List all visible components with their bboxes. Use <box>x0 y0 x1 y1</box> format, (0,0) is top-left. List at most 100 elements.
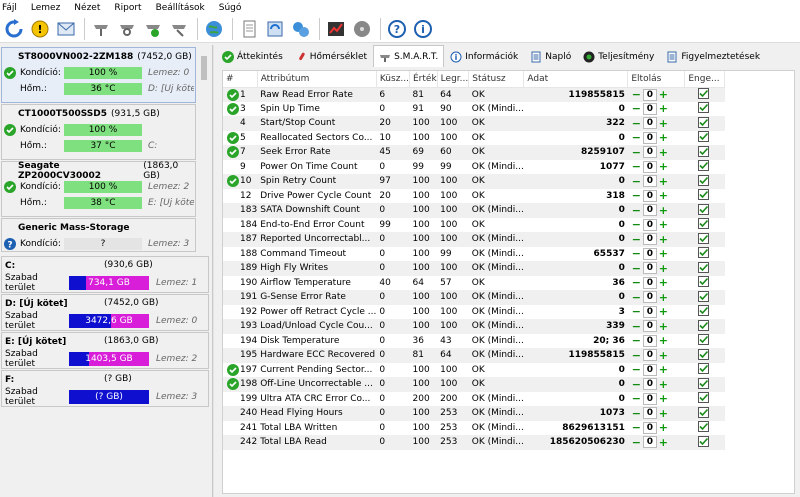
offset-decrease-button[interactable]: − <box>631 190 642 201</box>
column-header-value[interactable]: Érték <box>409 71 438 88</box>
table-row[interactable]: 190 Airflow Temperature 40 64 57 OK 36−0 + <box>223 276 725 291</box>
panel-splitter[interactable] <box>212 45 214 497</box>
offset-decrease-button[interactable]: − <box>631 335 642 346</box>
offset-value[interactable]: 0 <box>642 160 657 173</box>
offset-decrease-button[interactable]: − <box>631 147 642 158</box>
enable-checkbox[interactable] <box>697 203 709 215</box>
enable-checkbox[interactable] <box>697 102 709 114</box>
enable-checkbox[interactable] <box>697 145 709 157</box>
menu-view[interactable]: Nézet <box>74 3 100 13</box>
menu-settings[interactable]: Beállítások <box>156 3 205 13</box>
offset-decrease-button[interactable]: − <box>631 393 642 404</box>
enable-checkbox[interactable] <box>697 377 709 389</box>
offset-decrease-button[interactable]: − <box>631 263 642 274</box>
offset-value[interactable]: 0 <box>642 146 657 159</box>
offset-decrease-button[interactable]: − <box>631 219 642 230</box>
disk-tool-button[interactable] <box>167 17 191 41</box>
disk-settings-button-1[interactable] <box>89 17 113 41</box>
table-row[interactable]: 191 G-Sense Error Rate 0 100 100 OK (Mindi...… <box>223 290 725 305</box>
partition-item[interactable]: E: [Új kötet] (1863,0 GB) Szabad terület … <box>1 332 209 369</box>
table-row[interactable]: 192 Power off Retract Cycle ... 0 100 100 OK … <box>223 305 725 320</box>
offset-increase-button[interactable]: + <box>658 118 669 129</box>
help-button[interactable]: ? <box>385 17 409 41</box>
enable-checkbox[interactable] <box>697 435 709 447</box>
offset-value[interactable]: 0 <box>642 131 657 144</box>
offset-decrease-button[interactable]: − <box>631 277 642 288</box>
offset-decrease-button[interactable]: − <box>631 408 642 419</box>
tab-alerts[interactable]: Figyelmeztetések <box>660 47 766 67</box>
offset-value[interactable]: 0 <box>642 218 657 231</box>
info-button[interactable]: i <box>411 17 435 41</box>
column-header-attribute[interactable]: Attribútum <box>257 71 377 88</box>
offset-value[interactable]: 0 <box>642 204 657 217</box>
table-row[interactable]: 7 Seek Error Rate 45 69 60 OK 8259107−0 + <box>223 145 725 160</box>
refresh-button[interactable] <box>2 17 26 41</box>
enable-checkbox[interactable] <box>697 160 709 172</box>
offset-increase-button[interactable]: + <box>658 364 669 375</box>
offset-value[interactable]: 0 <box>642 334 657 347</box>
warning-button[interactable]: ! <box>28 17 52 41</box>
benchmark-button[interactable] <box>324 17 348 41</box>
offset-increase-button[interactable]: + <box>658 176 669 187</box>
offset-value[interactable]: 0 <box>642 233 657 246</box>
offset-decrease-button[interactable]: − <box>631 132 642 143</box>
table-row[interactable]: 241 Total LBA Written 0 100 253 OK (Mindi... 8… <box>223 421 725 436</box>
enable-checkbox[interactable] <box>697 261 709 273</box>
offset-value[interactable]: 0 <box>642 175 657 188</box>
offset-value[interactable]: 0 <box>642 102 657 115</box>
table-row[interactable]: 12 Drive Power Cycle Count 20 100 100 OK 318−0… <box>223 189 725 204</box>
offset-increase-button[interactable]: + <box>658 321 669 332</box>
enable-checkbox[interactable] <box>697 406 709 418</box>
enable-checkbox[interactable] <box>697 88 709 99</box>
offset-value[interactable]: 0 <box>642 436 657 449</box>
offset-increase-button[interactable]: + <box>658 234 669 245</box>
table-row[interactable]: 188 Command Timeout 0 100 99 OK (Mindi... 6553… <box>223 247 725 262</box>
column-header-id[interactable]: # <box>223 71 258 88</box>
table-row[interactable]: 183 SATA Downshift Count 0 100 100 OK (Mindi.… <box>223 203 725 218</box>
offset-decrease-button[interactable]: − <box>631 234 642 245</box>
offset-increase-button[interactable]: + <box>658 379 669 390</box>
offset-increase-button[interactable]: + <box>658 393 669 404</box>
offset-decrease-button[interactable]: − <box>631 248 642 259</box>
disk-item[interactable]: CT1000T500SSD5 (931,5 GB) Kondíció: 100 %… <box>1 104 196 160</box>
offset-decrease-button[interactable]: − <box>631 292 642 303</box>
table-row[interactable]: 199 Ultra ATA CRC Error Co... 0 200 200 OK (M… <box>223 392 725 407</box>
offset-increase-button[interactable]: + <box>658 263 669 274</box>
table-row[interactable]: 195 Hardware ECC Recovered 0 81 64 OK (Mindi.… <box>223 348 725 363</box>
column-header-worst[interactable]: Legr... <box>437 71 470 88</box>
offset-value[interactable]: 0 <box>642 117 657 130</box>
offset-decrease-button[interactable]: − <box>631 176 642 187</box>
enable-checkbox[interactable] <box>697 363 709 375</box>
offset-value[interactable]: 0 <box>642 88 657 101</box>
table-row[interactable]: 194 Disk Temperature 0 36 43 OK (Mindi... 20; … <box>223 334 725 349</box>
tab-performance[interactable]: Teljesítmény <box>577 47 660 67</box>
table-row[interactable]: 3 Spin Up Time 0 91 90 OK (Mindi... 0−0 + <box>223 102 725 117</box>
disk-item[interactable]: ST8000VN002-2ZM188 (7452,0 GB) Kondíció: … <box>1 47 196 103</box>
offset-value[interactable]: 0 <box>642 363 657 376</box>
enable-checkbox[interactable] <box>697 305 709 317</box>
enable-checkbox[interactable] <box>697 319 709 331</box>
enable-checkbox[interactable] <box>697 218 709 230</box>
enable-checkbox[interactable] <box>697 421 709 433</box>
partition-item[interactable]: C: (930,6 GB) Szabad terület 734,1 GB Lem… <box>1 256 209 293</box>
scrollbar-thumb[interactable] <box>201 56 207 80</box>
disk-speed-button[interactable] <box>350 17 374 41</box>
offset-decrease-button[interactable]: − <box>631 321 642 332</box>
offset-decrease-button[interactable]: − <box>631 89 642 100</box>
offset-increase-button[interactable]: + <box>658 335 669 346</box>
disk-settings-button-2[interactable] <box>115 17 139 41</box>
table-row[interactable]: 197 Current Pending Sector... 0 100 100 OK 0−0… <box>223 363 725 378</box>
offset-increase-button[interactable]: + <box>658 161 669 172</box>
partition-item[interactable]: D: [Új kötet] (7452,0 GB) Szabad terület … <box>1 294 209 331</box>
menu-report[interactable]: Riport <box>114 3 141 13</box>
offset-decrease-button[interactable]: − <box>631 350 642 361</box>
column-header-threshold[interactable]: Küsz... <box>376 71 411 88</box>
table-row[interactable]: 240 Head Flying Hours 0 100 253 OK (Mindi... 1… <box>223 406 725 421</box>
offset-decrease-button[interactable]: − <box>631 364 642 375</box>
network-button[interactable] <box>289 17 313 41</box>
tab-overview[interactable]: Áttekintés <box>216 47 289 67</box>
disk-check-button[interactable] <box>141 17 165 41</box>
offset-decrease-button[interactable]: − <box>631 103 642 114</box>
offset-increase-button[interactable]: + <box>658 292 669 303</box>
offset-value[interactable]: 0 <box>642 291 657 304</box>
